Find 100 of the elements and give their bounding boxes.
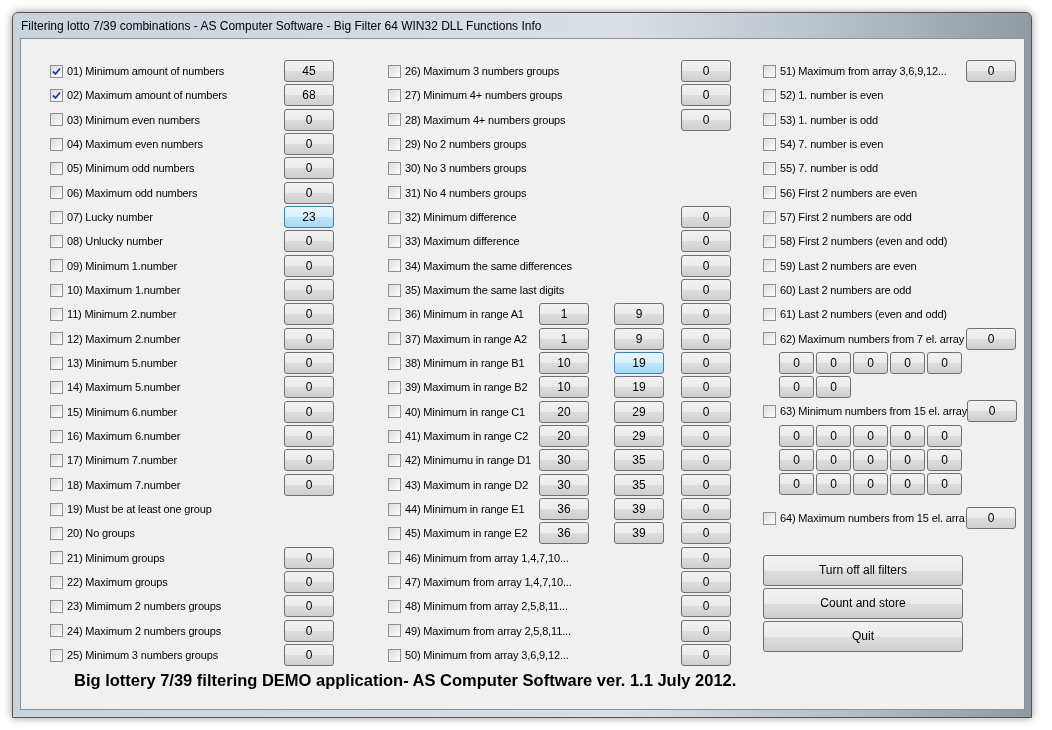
checkbox[interactable] <box>388 113 401 127</box>
checkbox[interactable] <box>763 113 776 127</box>
value-button[interactable]: 0 <box>681 230 731 253</box>
checkbox[interactable] <box>50 453 63 467</box>
value-button[interactable]: 36 <box>539 522 589 545</box>
value-button[interactable]: 0 <box>284 352 334 375</box>
checkbox[interactable] <box>388 89 401 102</box>
value-button[interactable]: 19 <box>614 352 664 375</box>
value-button[interactable]: 0 <box>681 595 731 618</box>
value-button[interactable]: 0 <box>681 473 731 496</box>
value-button[interactable]: 0 <box>284 327 334 350</box>
checkbox[interactable] <box>50 599 63 613</box>
value-button[interactable]: 10 <box>539 352 589 375</box>
checkbox[interactable] <box>50 478 63 492</box>
value-button[interactable]: 0 <box>927 448 962 471</box>
checkbox[interactable] <box>388 502 401 516</box>
action-button[interactable]: Count and store <box>763 587 963 619</box>
checkbox[interactable] <box>388 551 401 565</box>
checkbox[interactable] <box>388 624 401 638</box>
checkbox[interactable] <box>388 161 401 175</box>
action-button[interactable]: Turn off all filters <box>763 554 963 586</box>
value-button[interactable]: 20 <box>539 400 589 423</box>
checkbox[interactable] <box>388 478 401 492</box>
checkbox[interactable] <box>50 332 63 346</box>
value-button[interactable]: 0 <box>853 448 888 471</box>
value-button[interactable]: 0 <box>890 351 925 374</box>
value-button[interactable]: 35 <box>614 473 664 496</box>
value-button[interactable]: 0 <box>681 498 731 521</box>
value-button[interactable]: 0 <box>779 448 814 471</box>
value-button[interactable]: 0 <box>681 327 731 350</box>
value-button[interactable]: 0 <box>681 376 731 399</box>
value-button[interactable]: 0 <box>284 473 334 496</box>
value-button[interactable]: 0 <box>927 351 962 374</box>
value-button[interactable]: 0 <box>284 400 334 423</box>
checkbox[interactable] <box>763 210 776 224</box>
checkbox[interactable] <box>763 283 776 297</box>
checkbox[interactable] <box>388 210 401 224</box>
checkbox[interactable] <box>388 356 401 370</box>
checkbox[interactable] <box>763 64 776 78</box>
checkbox[interactable] <box>388 599 401 613</box>
value-button[interactable]: 19 <box>614 376 664 399</box>
value-button[interactable]: 0 <box>284 425 334 448</box>
value-button[interactable]: 0 <box>681 644 731 667</box>
value-button[interactable]: 0 <box>966 327 1016 350</box>
checkbox[interactable] <box>388 332 401 346</box>
action-button[interactable]: Quit <box>763 620 963 652</box>
checkbox[interactable] <box>763 234 776 248</box>
value-button[interactable]: 0 <box>816 424 851 447</box>
value-button[interactable]: 0 <box>284 644 334 667</box>
checkbox[interactable] <box>50 551 63 565</box>
value-button[interactable]: 0 <box>284 546 334 569</box>
value-button[interactable]: 0 <box>681 84 731 107</box>
value-button[interactable]: 0 <box>927 424 962 447</box>
checkbox[interactable] <box>50 89 63 102</box>
checkbox[interactable] <box>50 526 63 540</box>
value-button[interactable]: 0 <box>681 108 731 131</box>
value-button[interactable]: 0 <box>284 108 334 131</box>
value-button[interactable]: 0 <box>966 60 1016 83</box>
value-button[interactable]: 0 <box>681 206 731 229</box>
value-button[interactable]: 0 <box>853 473 888 496</box>
checkbox[interactable] <box>50 624 63 638</box>
value-button[interactable]: 0 <box>890 448 925 471</box>
checkbox[interactable] <box>388 405 401 419</box>
checkbox[interactable] <box>50 234 63 248</box>
value-button[interactable]: 0 <box>779 473 814 496</box>
checkbox[interactable] <box>388 259 401 273</box>
value-button[interactable]: 0 <box>284 449 334 472</box>
value-button[interactable]: 0 <box>681 449 731 472</box>
value-button[interactable]: 9 <box>614 303 664 326</box>
checkbox[interactable] <box>50 283 63 297</box>
checkbox[interactable] <box>388 648 401 662</box>
value-button[interactable]: 23 <box>284 206 334 229</box>
value-button[interactable]: 30 <box>539 473 589 496</box>
checkbox[interactable] <box>763 89 776 102</box>
value-button[interactable]: 9 <box>614 327 664 350</box>
value-button[interactable]: 1 <box>539 303 589 326</box>
value-button[interactable]: 0 <box>681 254 731 277</box>
value-button[interactable]: 0 <box>284 376 334 399</box>
checkbox[interactable] <box>50 137 63 151</box>
checkbox[interactable] <box>50 113 63 127</box>
checkbox[interactable] <box>50 648 63 662</box>
checkbox[interactable] <box>50 259 63 273</box>
value-button[interactable]: 1 <box>539 327 589 350</box>
value-button[interactable]: 45 <box>284 60 334 83</box>
checkbox[interactable] <box>388 307 401 321</box>
checkbox[interactable] <box>388 137 401 151</box>
value-button[interactable]: 0 <box>681 352 731 375</box>
checkbox[interactable] <box>388 380 401 394</box>
checkbox[interactable] <box>763 332 776 346</box>
value-button[interactable]: 0 <box>284 230 334 253</box>
value-button[interactable]: 0 <box>816 376 851 399</box>
value-button[interactable]: 10 <box>539 376 589 399</box>
value-button[interactable]: 0 <box>284 133 334 156</box>
value-button[interactable]: 0 <box>967 400 1017 423</box>
value-button[interactable]: 0 <box>284 303 334 326</box>
value-button[interactable]: 0 <box>816 351 851 374</box>
value-button[interactable]: 0 <box>853 424 888 447</box>
checkbox[interactable] <box>50 380 63 394</box>
value-button[interactable]: 35 <box>614 449 664 472</box>
checkbox[interactable] <box>763 186 776 200</box>
